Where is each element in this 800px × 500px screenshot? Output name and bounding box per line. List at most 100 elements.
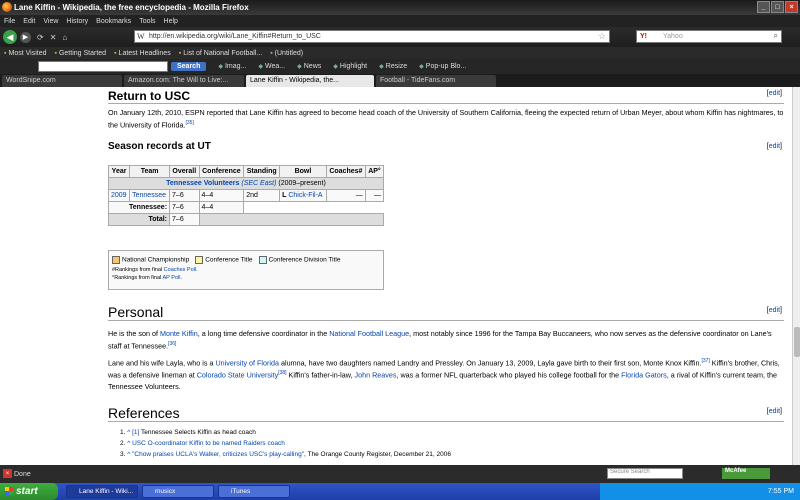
legend-swatch [258, 255, 267, 264]
ref-num: 2. [120, 440, 126, 447]
ref-link[interactable]: "Chow praises UCLA's Walker, criticizes … [132, 451, 304, 458]
toolbar-search-button[interactable]: Search [171, 62, 207, 71]
uf-link[interactable]: University of Florida [215, 358, 279, 367]
bookmark-getting-started[interactable]: Getting Started [54, 50, 106, 57]
secure-search-input[interactable]: Secure Search [607, 468, 683, 479]
scrollbar-thumb[interactable] [794, 327, 800, 357]
tennessee-volunteers-link[interactable]: Tennessee Volunteers [166, 180, 239, 187]
cell-team[interactable]: Tennessee [129, 189, 171, 202]
text: Lane and his wife Layla, who is a [108, 358, 214, 368]
references-list: 1. ^ [1] Tennessee Selects Kiffin as hea… [120, 427, 451, 460]
bookmark-untitled[interactable]: (Untitled) [270, 50, 303, 57]
toolbar-images[interactable]: Imag... [218, 63, 246, 70]
table-span-row: Tennessee Volunteers (SEC East) (2009–pr… [108, 177, 384, 190]
florida-link[interactable]: Florida [621, 371, 643, 380]
sec-east-link[interactable]: (SEC East) [241, 180, 276, 187]
csu-link[interactable]: Colorado State University [197, 371, 279, 380]
ref-38[interactable]: [38] [278, 370, 286, 376]
start-button[interactable]: start [0, 483, 58, 500]
ref-caret[interactable]: ^ [127, 451, 130, 458]
menu-help[interactable]: Help [164, 18, 178, 25]
ref-link[interactable]: USC O-coordinator Kiffin to be named Rai… [132, 440, 285, 447]
bowl-link[interactable]: Chick-Fil-A [288, 192, 322, 199]
forward-button[interactable]: ▶ [20, 31, 31, 43]
search-toolbar: Search Imag... Wea... News Highlight Res… [0, 59, 800, 74]
ref-36[interactable]: [36] [168, 341, 176, 347]
search-icon[interactable]: ⌕ [774, 31, 778, 41]
edit-link-season[interactable]: [edit] [767, 143, 782, 150]
home-icon[interactable]: ⌂ [62, 33, 67, 42]
divider [108, 103, 784, 104]
menu-bookmarks[interactable]: Bookmarks [96, 18, 131, 25]
tab-tidefans[interactable]: Football - TideFans.com [376, 75, 496, 87]
subtotal-overall: 7–6 [169, 201, 200, 214]
john-reaves-link[interactable]: John Reaves [355, 371, 397, 380]
table-subtotal-row: Tennessee: 7–6 4–4 [107, 201, 384, 214]
monte-kiffin-link[interactable]: Monte Kiffin [160, 329, 198, 338]
toolbar-highlight[interactable]: Highlight [333, 63, 367, 70]
menu-edit[interactable]: Edit [23, 18, 35, 25]
menu-file[interactable]: File [4, 18, 15, 25]
toolbar-search-input[interactable] [38, 61, 168, 72]
footnote-text: °Rankings from final [112, 275, 162, 281]
tab-amazon[interactable]: Amazon.com: The Will to Live:... [124, 75, 244, 87]
ap-poll-link[interactable]: AP Poll. [163, 275, 182, 281]
cell-overall: 7–6 [169, 189, 200, 202]
gators-link[interactable]: Gators [645, 371, 667, 380]
empty-cell [198, 213, 385, 226]
legend-swatch [195, 255, 204, 264]
coaches-poll-link[interactable]: Coaches Poll. [164, 267, 198, 273]
reload-icon[interactable]: ⟳ [37, 33, 44, 42]
ref-caret[interactable]: ^ [127, 440, 130, 447]
col-standing: Standing [243, 165, 281, 178]
text: , was a former NFL quarterback who playe… [396, 370, 620, 380]
edit-link-text[interactable]: edit [769, 408, 780, 415]
maximize-button[interactable]: □ [771, 1, 784, 13]
edit-link-text[interactable]: edit [769, 307, 780, 314]
list-item: 3. ^ "Chow praises UCLA's Walker, critic… [120, 449, 451, 460]
vertical-scrollbar[interactable] [792, 87, 800, 465]
toolbar-weather[interactable]: Wea... [258, 63, 285, 70]
menu-tools[interactable]: Tools [139, 18, 155, 25]
menu-history[interactable]: History [66, 18, 88, 25]
status-close-icon[interactable]: × [3, 469, 12, 478]
toolbar-popup-blocker[interactable]: Pop-up Blo... [419, 63, 466, 70]
col-overall: Overall [169, 165, 200, 178]
heading-season-records: Season records at UT [108, 141, 211, 152]
address-url: http://en.wikipedia.org/wiki/Lane_Kiffin… [149, 33, 321, 40]
bookmark-list-nfl[interactable]: List of National Football... [179, 50, 262, 57]
search-box[interactable]: Y! Yahoo ⌕ [636, 30, 782, 43]
heading-return-to-usc: Return to USC [108, 89, 190, 103]
back-button[interactable]: ◀ [3, 30, 17, 44]
nfl-link[interactable]: National Football League [329, 329, 409, 338]
ref-text: Tennessee Selects Kiffin as head coach [141, 429, 256, 436]
tab-bar: WordSnipe.com Amazon.com: The Will to Li… [0, 74, 800, 87]
ref-37[interactable]: [37] [701, 358, 709, 364]
edit-link-text[interactable]: edit [769, 90, 780, 97]
close-button[interactable]: × [785, 1, 798, 13]
stop-icon[interactable]: ✕ [50, 33, 57, 42]
task-firefox[interactable]: Lane Kiffin - Wiki... [66, 485, 138, 498]
task-itunes[interactable]: iTunes [218, 485, 290, 498]
ref-link[interactable]: [1] [132, 429, 139, 436]
edit-link-references[interactable]: [edit] [767, 408, 782, 415]
minimize-button[interactable]: _ [757, 1, 770, 13]
toolbar-resize[interactable]: Resize [379, 63, 407, 70]
bookmark-star-icon[interactable]: ☆ [598, 31, 606, 42]
edit-link-text[interactable]: edit [769, 143, 780, 150]
edit-link-personal[interactable]: [edit] [767, 307, 782, 314]
menu-view[interactable]: View [43, 18, 58, 25]
bookmark-latest-headlines[interactable]: Latest Headlines [114, 50, 171, 57]
ref-35[interactable]: [35] [186, 120, 194, 126]
cell-year[interactable]: 2009 [107, 189, 131, 202]
mcafee-badge[interactable]: McAfee [722, 468, 770, 479]
toolbar-news[interactable]: News [297, 63, 322, 70]
edit-link-return[interactable]: [edit] [767, 90, 782, 97]
task-musicx[interactable]: musicx [142, 485, 214, 498]
tab-wordsnipe[interactable]: WordSnipe.com [2, 75, 122, 87]
col-ap: AP° [364, 165, 385, 178]
ref-caret[interactable]: ^ [127, 429, 130, 436]
tab-wikipedia[interactable]: Lane Kiffin - Wikipedia, the... [246, 75, 374, 87]
bookmark-most-visited[interactable]: Most Visited [4, 50, 46, 57]
address-bar[interactable]: W http://en.wikipedia.org/wiki/Lane_Kiff… [134, 30, 610, 43]
